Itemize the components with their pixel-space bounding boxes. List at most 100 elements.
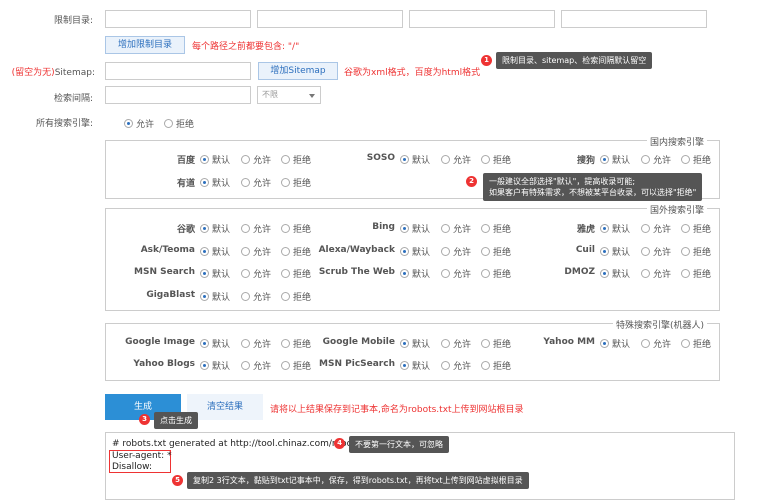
radio-unchecked[interactable] (481, 361, 490, 370)
radio-unchecked[interactable] (681, 155, 690, 164)
engine-option-default[interactable]: 默认 (600, 222, 630, 235)
radio-unchecked[interactable] (681, 247, 690, 256)
engine-option-default[interactable]: 默认 (200, 337, 230, 350)
engine-option-allow[interactable]: 允许 (641, 222, 671, 235)
engine-option-default[interactable]: 默认 (400, 153, 430, 166)
engine-option-allow[interactable]: 允许 (241, 267, 271, 280)
engine-option-deny[interactable]: 拒绝 (681, 222, 711, 235)
radio-checked[interactable] (600, 269, 609, 278)
radio-checked[interactable] (400, 224, 409, 233)
engine-option-allow[interactable]: 允许 (241, 222, 271, 235)
engine-option-default[interactable]: 默认 (400, 267, 430, 280)
radio-checked[interactable] (200, 247, 209, 256)
restrict-input-3[interactable] (409, 10, 555, 28)
engine-option-deny[interactable]: 拒绝 (481, 359, 511, 372)
radio-unchecked[interactable] (241, 292, 250, 301)
radio-checked[interactable] (400, 339, 409, 348)
radio-unchecked[interactable] (164, 119, 173, 128)
engine-option-allow[interactable]: 允许 (441, 337, 471, 350)
engine-option-deny[interactable]: 拒绝 (681, 267, 711, 280)
engine-option-default[interactable]: 默认 (400, 245, 430, 258)
add-restrict-button[interactable]: 增加限制目录 (105, 36, 185, 54)
engine-option-allow[interactable]: 允许 (441, 267, 471, 280)
engine-option-deny[interactable]: 拒绝 (681, 153, 711, 166)
engine-option-default[interactable]: 默认 (200, 245, 230, 258)
radio-checked[interactable] (600, 339, 609, 348)
restrict-input-1[interactable] (105, 10, 251, 28)
engine-option-deny[interactable]: 拒绝 (281, 176, 311, 189)
engine-option-default[interactable]: 默认 (400, 359, 430, 372)
engine-option-allow[interactable]: 允许 (641, 245, 671, 258)
all-allow-option[interactable]: 允许 (124, 117, 154, 130)
engine-option-default[interactable]: 默认 (600, 245, 630, 258)
radio-unchecked[interactable] (641, 247, 650, 256)
interval-input[interactable] (105, 86, 251, 104)
sitemap-input[interactable] (105, 62, 251, 80)
radio-unchecked[interactable] (681, 339, 690, 348)
radio-unchecked[interactable] (281, 292, 290, 301)
restrict-input-4[interactable] (561, 10, 707, 28)
interval-select[interactable]: 不限 (257, 86, 321, 104)
clear-button[interactable]: 清空结果 (187, 394, 263, 420)
engine-option-allow[interactable]: 允许 (241, 359, 271, 372)
radio-unchecked[interactable] (441, 269, 450, 278)
engine-option-allow[interactable]: 允许 (441, 222, 471, 235)
radio-unchecked[interactable] (281, 178, 290, 187)
engine-option-allow[interactable]: 允许 (441, 153, 471, 166)
engine-option-deny[interactable]: 拒绝 (681, 337, 711, 350)
radio-checked[interactable] (400, 247, 409, 256)
add-sitemap-button[interactable]: 增加Sitemap (258, 62, 338, 80)
engine-option-allow[interactable]: 允许 (641, 153, 671, 166)
all-deny-option[interactable]: 拒绝 (164, 117, 194, 130)
radio-unchecked[interactable] (441, 339, 450, 348)
radio-checked[interactable] (200, 155, 209, 164)
engine-option-default[interactable]: 默认 (600, 337, 630, 350)
radio-checked[interactable] (400, 269, 409, 278)
engine-option-allow[interactable]: 允许 (441, 359, 471, 372)
radio-checked[interactable] (600, 224, 609, 233)
engine-option-default[interactable]: 默认 (400, 337, 430, 350)
radio-unchecked[interactable] (241, 247, 250, 256)
radio-checked[interactable] (600, 155, 609, 164)
engine-option-allow[interactable]: 允许 (241, 337, 271, 350)
radio-checked[interactable] (200, 269, 209, 278)
engine-option-default[interactable]: 默认 (200, 359, 230, 372)
radio-unchecked[interactable] (681, 269, 690, 278)
radio-checked[interactable] (124, 119, 133, 128)
radio-unchecked[interactable] (641, 155, 650, 164)
restrict-input-2[interactable] (257, 10, 403, 28)
radio-checked[interactable] (200, 339, 209, 348)
engine-option-default[interactable]: 默认 (200, 176, 230, 189)
radio-unchecked[interactable] (241, 178, 250, 187)
engine-option-default[interactable]: 默认 (200, 267, 230, 280)
radio-unchecked[interactable] (241, 339, 250, 348)
radio-unchecked[interactable] (441, 247, 450, 256)
radio-checked[interactable] (200, 361, 209, 370)
engine-option-allow[interactable]: 允许 (241, 245, 271, 258)
engine-option-default[interactable]: 默认 (200, 222, 230, 235)
radio-unchecked[interactable] (241, 361, 250, 370)
engine-option-default[interactable]: 默认 (400, 222, 430, 235)
radio-unchecked[interactable] (641, 339, 650, 348)
engine-option-deny[interactable]: 拒绝 (681, 245, 711, 258)
engine-option-allow[interactable]: 允许 (641, 337, 671, 350)
engine-option-deny[interactable]: 拒绝 (281, 290, 311, 303)
radio-unchecked[interactable] (681, 224, 690, 233)
radio-checked[interactable] (400, 155, 409, 164)
engine-option-default[interactable]: 默认 (200, 290, 230, 303)
engine-option-allow[interactable]: 允许 (241, 153, 271, 166)
radio-unchecked[interactable] (241, 155, 250, 164)
engine-option-allow[interactable]: 允许 (641, 267, 671, 280)
radio-checked[interactable] (200, 292, 209, 301)
radio-checked[interactable] (600, 247, 609, 256)
radio-checked[interactable] (200, 178, 209, 187)
engine-option-allow[interactable]: 允许 (241, 176, 271, 189)
radio-unchecked[interactable] (241, 269, 250, 278)
radio-unchecked[interactable] (441, 224, 450, 233)
engine-option-default[interactable]: 默认 (200, 153, 230, 166)
radio-checked[interactable] (400, 361, 409, 370)
radio-unchecked[interactable] (641, 224, 650, 233)
radio-unchecked[interactable] (441, 361, 450, 370)
radio-unchecked[interactable] (241, 224, 250, 233)
engine-option-allow[interactable]: 允许 (441, 245, 471, 258)
